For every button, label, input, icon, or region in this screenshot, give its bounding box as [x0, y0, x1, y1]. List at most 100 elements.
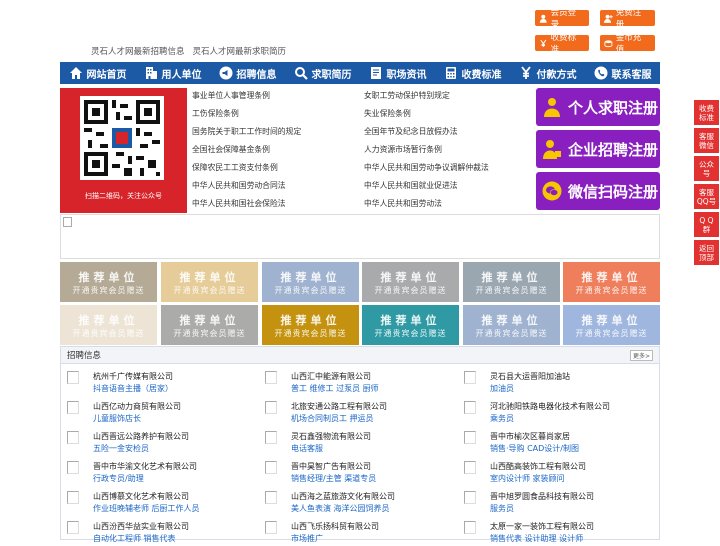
company-logo-broken-image-icon[interactable] [464, 371, 476, 384]
company-name-link[interactable]: 山西博慕文化艺术有限公司 [93, 491, 189, 502]
job-positions-link[interactable]: 普工 维修工 过泵员 厨师 [291, 383, 379, 394]
fees-button[interactable]: 收费标准 [535, 33, 589, 55]
latest-jobs-link[interactable]: 灵石人才网最新招聘信息 [91, 45, 185, 57]
company-logo-broken-image-icon[interactable] [464, 401, 476, 414]
company-logo-broken-image-icon[interactable] [265, 371, 277, 384]
company-name-link[interactable]: 晋中市榆次区暮尚家居 [490, 431, 570, 442]
regulation-link[interactable]: 女职工劳动保护特别规定 [364, 90, 450, 101]
promo-tile[interactable]: 推荐单位 开通贵宾会员赠送 [563, 262, 660, 302]
company-logo-broken-image-icon[interactable] [265, 491, 277, 504]
company-name-link[interactable]: 河北驰阳铁路电器化技术有限公司 [490, 401, 610, 412]
job-positions-link[interactable]: 自动化工程师 销售代表 [93, 533, 176, 544]
job-positions-link[interactable]: 服务员 [490, 503, 514, 514]
nav-jobs[interactable]: 招聘信息 [210, 62, 285, 84]
company-name-link[interactable]: 山西汾西华益实业有限公司 [93, 521, 189, 532]
job-positions-link[interactable]: 儿童服饰店长 [93, 413, 141, 424]
recharge-button[interactable]: 金币充值 [600, 33, 655, 55]
nav-contact[interactable]: 联系客服 [585, 62, 660, 84]
job-positions-link[interactable]: 乘务员 [490, 413, 514, 424]
company-name-link[interactable]: 晋中昊智广告有限公司 [291, 461, 371, 472]
promo-tile[interactable]: 推荐单位 开通贵宾会员赠送 [161, 305, 258, 345]
regulation-link[interactable]: 全国社会保障基金条例 [192, 144, 270, 155]
regulation-link[interactable]: 中华人民共和国就业促进法 [364, 180, 458, 191]
regulation-link[interactable]: 事业单位人事管理条例 [192, 90, 270, 101]
promo-tile[interactable]: 推荐单位 开通贵宾会员赠送 [463, 262, 560, 302]
regulation-link[interactable]: 失业保险条例 [364, 108, 411, 119]
job-positions-link[interactable]: 销售经理/主管 渠道专员 [291, 473, 376, 484]
company-logo-broken-image-icon[interactable] [67, 371, 79, 384]
company-logo-broken-image-icon[interactable] [464, 461, 476, 474]
promo-tile[interactable]: 推荐单位 开通贵宾会员赠送 [463, 305, 560, 345]
company-name-link[interactable]: 山西酷高装饰工程有限公司 [490, 461, 586, 472]
company-name-link[interactable]: 山西汇中能源有限公司 [291, 371, 371, 382]
company-logo-broken-image-icon[interactable] [464, 491, 476, 504]
company-logo-broken-image-icon[interactable] [464, 521, 476, 534]
regulation-link[interactable]: 人力资源市场暂行条例 [364, 144, 442, 155]
job-positions-link[interactable]: 加油员 [490, 383, 514, 394]
regulation-link[interactable]: 保障农民工工资支付条例 [192, 162, 278, 173]
job-seeker-register-button[interactable]: 个人求职注册 [536, 88, 660, 126]
company-name-link[interactable]: 北旅安通公路工程有限公司 [291, 401, 387, 412]
promo-tile[interactable]: 推荐单位 开通贵宾会员赠送 [563, 305, 660, 345]
company-name-link[interactable]: 晋中市华渝文化艺术有限公司 [93, 461, 197, 472]
company-logo-broken-image-icon[interactable] [464, 431, 476, 444]
job-positions-link[interactable]: 抖音语音主播（居家） [93, 383, 173, 394]
company-name-link[interactable]: 杭州千广传媒有限公司 [93, 371, 173, 382]
job-positions-link[interactable]: 销售代表 设计助理 设计师 [490, 533, 583, 544]
company-logo-broken-image-icon[interactable] [67, 461, 79, 474]
promo-tile[interactable]: 推荐单位 开通贵宾会员赠送 [60, 262, 157, 302]
company-name-link[interactable]: 晋中旭罗圆食品科技有限公司 [490, 491, 594, 502]
company-name-link[interactable]: 灵石县大运晋阳加油站 [490, 371, 570, 382]
company-logo-broken-image-icon[interactable] [265, 461, 277, 474]
company-logo-broken-image-icon[interactable] [67, 521, 79, 534]
more-jobs-link[interactable]: 更多> [629, 349, 653, 361]
promo-tile[interactable]: 推荐单位 开通贵宾会员赠送 [362, 305, 459, 345]
job-positions-link[interactable]: 美人鱼表演 海洋公园饲养员 [291, 503, 390, 514]
free-register-button[interactable]: 免费注册 [600, 8, 655, 30]
promo-tile[interactable]: 推荐单位 开通贵宾会员赠送 [362, 262, 459, 302]
job-positions-link[interactable]: 行政专员/助理 [93, 473, 144, 484]
sidebar-button[interactable]: 客服 QQ号 [694, 184, 719, 209]
company-logo-broken-image-icon[interactable] [67, 491, 79, 504]
nav-home[interactable]: 网站首页 [60, 62, 135, 84]
company-name-link[interactable]: 山西飞乐扬科贸有限公司 [291, 521, 379, 532]
job-positions-link[interactable]: 五险一金安检员 [93, 443, 149, 454]
sidebar-button[interactable]: 收费 标准 [694, 100, 719, 125]
sidebar-button[interactable]: 返回 顶部 [694, 240, 719, 265]
latest-resumes-link[interactable]: 灵石人才网最新求职简历 [193, 45, 287, 57]
job-positions-link[interactable]: 机场合同制员工 押运员 [291, 413, 374, 424]
sidebar-button[interactable]: 客服 微信 [694, 128, 719, 153]
wechat-register-button[interactable]: 微信扫码注册 [536, 172, 660, 210]
sidebar-button[interactable]: Q Q 群 [694, 212, 719, 237]
company-name-link[interactable]: 山西亿动力商贸有限公司 [93, 401, 181, 412]
company-name-link[interactable]: 灵石鑫强物流有限公司 [291, 431, 371, 442]
company-logo-broken-image-icon[interactable] [265, 521, 277, 534]
job-positions-link[interactable]: 作业班晚辅老师 后厨工作人员 [93, 503, 200, 514]
promo-tile[interactable]: 推荐单位 开通贵宾会员赠送 [60, 305, 157, 345]
member-login-button[interactable]: 会员登录 [535, 8, 589, 30]
promo-tile[interactable]: 推荐单位 开通贵宾会员赠送 [262, 305, 359, 345]
company-logo-broken-image-icon[interactable] [265, 401, 277, 414]
company-register-button[interactable]: 企业招聘注册 [536, 130, 660, 168]
sidebar-button[interactable]: 公众 号 [694, 156, 719, 181]
regulation-link[interactable]: 中华人民共和国劳动合同法 [192, 180, 286, 191]
company-name-link[interactable]: 山西晋远公路养护有限公司 [93, 431, 189, 442]
promo-tile[interactable]: 推荐单位 开通贵宾会员赠送 [161, 262, 258, 302]
regulation-link[interactable]: 中华人民共和国劳动法 [364, 198, 442, 209]
company-name-link[interactable]: 山西海之蓝旅游文化有限公司 [291, 491, 395, 502]
job-positions-link[interactable]: 电话客服 [291, 443, 323, 454]
regulation-link[interactable]: 中华人民共和国劳动争议调解仲裁法 [364, 162, 489, 173]
nav-fees[interactable]: 收费标准 [435, 62, 510, 84]
nav-payment[interactable]: 付款方式 [510, 62, 585, 84]
company-logo-broken-image-icon[interactable] [67, 431, 79, 444]
regulation-link[interactable]: 中华人民共和国社会保险法 [192, 198, 286, 209]
job-positions-link[interactable]: 市场推广 [291, 533, 323, 544]
nav-news[interactable]: 职场资讯 [360, 62, 435, 84]
company-logo-broken-image-icon[interactable] [67, 401, 79, 414]
regulation-link[interactable]: 工伤保险条例 [192, 108, 239, 119]
regulation-link[interactable]: 全国年节及纪念日放假办法 [364, 126, 458, 137]
job-positions-link[interactable]: 销售·导购 CAD设计/制图 [490, 443, 579, 454]
job-positions-link[interactable]: 室内设计师 家装顾问 [490, 473, 565, 484]
regulation-link[interactable]: 国务院关于职工工作时间的规定 [192, 126, 301, 137]
nav-resumes[interactable]: 求职简历 [285, 62, 360, 84]
